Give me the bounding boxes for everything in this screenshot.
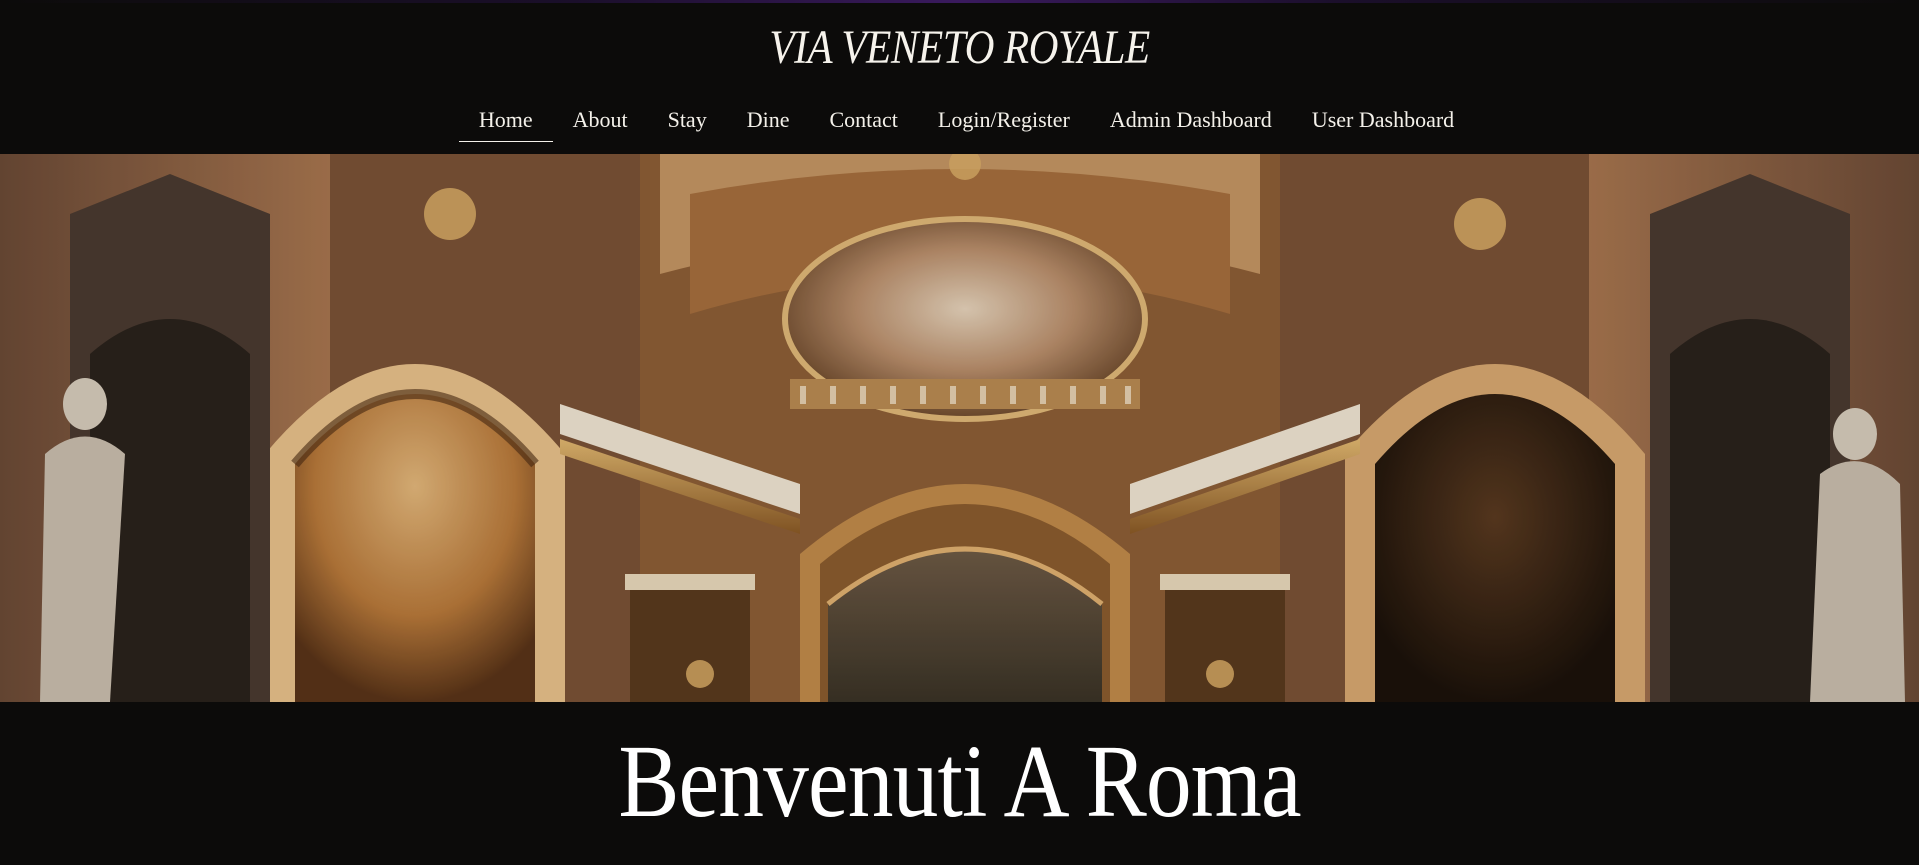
nav-user-dashboard[interactable]: User Dashboard	[1292, 100, 1474, 142]
nav-stay[interactable]: Stay	[648, 100, 727, 142]
page: VIA VENETO ROYALE Home About Stay Dine C…	[0, 0, 1919, 865]
top-accent-bar	[0, 0, 1919, 3]
nav-login-register[interactable]: Login/Register	[918, 100, 1090, 142]
hero-image	[0, 154, 1919, 702]
nav-admin-dashboard[interactable]: Admin Dashboard	[1090, 100, 1292, 142]
hero-headline: Benvenuti A Roma	[618, 724, 1301, 839]
nav-home[interactable]: Home	[458, 100, 553, 142]
nav-about[interactable]: About	[553, 100, 648, 142]
nav-dine[interactable]: Dine	[727, 100, 810, 142]
site-logo-title[interactable]: VIA VENETO ROYALE	[134, 20, 1784, 76]
main-nav: Home About Stay Dine Contact Login/Regis…	[0, 100, 1919, 146]
nav-contact[interactable]: Contact	[809, 100, 917, 142]
baroque-interior-illustration	[0, 154, 1919, 702]
